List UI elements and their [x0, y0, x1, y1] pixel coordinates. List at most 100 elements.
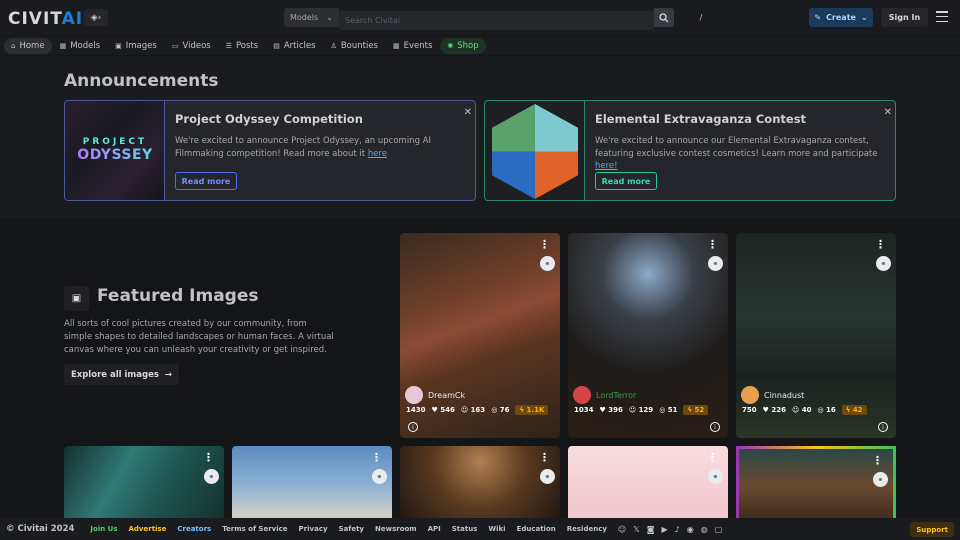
chevron-down-icon: ⌄ [326, 13, 333, 22]
image-card[interactable]: ⋮ ⚭ Cinnadust 750 ♥ 226 ☺ 40 ◎ 16 ϟ 42 i [736, 233, 896, 438]
tiktok-icon[interactable]: ♪ [675, 525, 680, 534]
more-options-icon[interactable]: ⋮ [539, 452, 550, 463]
footer: © Civitai 2024 Join Us Advertise Creator… [0, 518, 960, 540]
search-button[interactable] [654, 8, 674, 27]
like-count: 1034 [574, 406, 594, 414]
creator-info[interactable]: Cinnadust [741, 386, 804, 404]
image-card[interactable]: ⋮ ⚭ [568, 446, 728, 526]
github-icon[interactable]: ◍ [701, 525, 708, 534]
nav-images[interactable]: ▣ Images [108, 38, 164, 54]
search-input[interactable] [339, 11, 654, 30]
image-card[interactable]: ⋮ ⚭ LordTerror 1034 ♥ 396 ☺ 129 ◎ 51 ϟ 5… [568, 233, 728, 438]
footer-link-join-us[interactable]: Join Us [90, 525, 117, 533]
search-type-select[interactable]: Models ⌄ [284, 8, 339, 27]
nav-models[interactable]: ▦ Models [53, 38, 108, 54]
event-icon: ◈ [90, 12, 98, 23]
like-count: 750 [742, 406, 757, 414]
buzz-tip-button[interactable]: ϟ 42 [841, 405, 867, 415]
more-options-icon[interactable]: ⋮ [875, 239, 886, 250]
announcement-title: Elemental Extravaganza Contest [595, 112, 807, 126]
footer-link-api[interactable]: API [428, 525, 441, 533]
discord-icon[interactable]: ☺ [618, 525, 626, 534]
remix-icon[interactable]: ⚭ [708, 469, 723, 484]
creator-info[interactable]: DreamCk [405, 386, 465, 404]
remix-icon[interactable]: ⚭ [540, 256, 555, 271]
nav-posts[interactable]: ☰ Posts [219, 38, 266, 54]
heart-count: ♥ 226 [762, 406, 786, 414]
close-icon[interactable]: ✕ [464, 107, 472, 118]
posts-icon: ☰ [225, 41, 232, 50]
cry-count: ◎ 51 [659, 406, 678, 414]
more-options-icon[interactable]: ⋮ [707, 239, 718, 250]
remix-icon[interactable]: ⚭ [204, 469, 219, 484]
footer-link-residency[interactable]: Residency [567, 525, 607, 533]
footer-link-newsroom[interactable]: Newsroom [375, 525, 417, 533]
footer-link-privacy[interactable]: Privacy [299, 525, 328, 533]
instagram-icon[interactable]: ◙ [647, 525, 655, 534]
info-icon[interactable]: i [408, 422, 418, 432]
create-button[interactable]: ✎ Create ⌄ [809, 8, 873, 27]
top-header: CIVITAI ◈› Models⌄ / ✎Create⌄ Sign In [0, 0, 960, 35]
support-button[interactable]: Support [910, 522, 954, 537]
footer-link-advertise[interactable]: Advertise [129, 525, 167, 533]
announcement-link[interactable]: here [368, 149, 387, 159]
footer-link-education[interactable]: Education [517, 525, 556, 533]
more-options-icon[interactable]: ⋮ [539, 239, 550, 250]
footer-link-wiki[interactable]: Wiki [488, 525, 505, 533]
remix-icon[interactable]: ⚭ [372, 469, 387, 484]
search-icon [659, 12, 669, 22]
event-badge-button[interactable]: ◈ › [84, 9, 108, 26]
announcement-link[interactable]: here! [595, 161, 618, 171]
nav-bounties[interactable]: ♙ Bounties [324, 38, 385, 54]
footer-link-safety[interactable]: Safety [339, 525, 364, 533]
sign-in-button[interactable]: Sign In [881, 8, 928, 27]
footer-link-status[interactable]: Status [452, 525, 478, 533]
buzz-tip-button[interactable]: ϟ 1.1K [515, 405, 549, 415]
image-card[interactable]: ⋮ ⚭ [64, 446, 224, 526]
more-options-icon[interactable]: ⋮ [872, 455, 883, 466]
reddit-icon[interactable]: ◉ [687, 525, 694, 534]
read-more-button[interactable]: Read more [595, 172, 657, 190]
info-icon[interactable]: i [878, 422, 888, 432]
announcements-section: Announcements PROJECT ODYSSEY Project Od… [0, 56, 960, 218]
chat-icon[interactable]: ▢ [715, 525, 723, 534]
image-card[interactable]: ⋮ ⚭ DreamCk 1430 ♥ 546 ☺ 163 ◎ 76 ϟ 1.1K… [400, 233, 560, 438]
featured-images-description: All sorts of cool pictures created by ou… [64, 319, 334, 355]
calendar-icon: ▦ [392, 41, 400, 50]
nav-articles[interactable]: ▤ Articles [266, 38, 322, 54]
x-icon[interactable]: 𝕏 [633, 525, 639, 534]
image-card[interactable]: ⋮ ⚭ [232, 446, 392, 526]
footer-link-terms[interactable]: Terms of Service [222, 525, 287, 533]
image-stats: 1430 ♥ 546 ☺ 163 ◎ 76 ϟ 1.1K [406, 405, 549, 415]
youtube-icon[interactable]: ▶ [661, 525, 667, 534]
announcements-title: Announcements [64, 71, 219, 91]
hamburger-menu-icon[interactable] [936, 11, 948, 22]
remix-icon[interactable]: ⚭ [873, 472, 888, 487]
avatar [405, 386, 423, 404]
footer-link-creators[interactable]: Creators [177, 525, 211, 533]
nav-shop[interactable]: ✺ Shop [440, 37, 486, 54]
nav-home[interactable]: ⌂ Home [4, 37, 52, 54]
remix-icon[interactable]: ⚭ [708, 256, 723, 271]
close-icon[interactable]: ✕ [884, 107, 892, 118]
explore-all-images-button[interactable]: Explore all images → [64, 364, 179, 385]
remix-icon[interactable]: ⚭ [540, 469, 555, 484]
laugh-count: ☺ 129 [628, 406, 654, 414]
announcement-title: Project Odyssey Competition [175, 112, 363, 126]
read-more-button[interactable]: Read more [175, 172, 237, 190]
buzz-tip-button[interactable]: ϟ 52 [683, 405, 709, 415]
remix-icon[interactable]: ⚭ [876, 256, 891, 271]
announcement-text: We're excited to announce Project Odysse… [175, 136, 431, 159]
more-options-icon[interactable]: ⋮ [371, 452, 382, 463]
civitai-logo[interactable]: CIVITAI [8, 9, 83, 29]
more-options-icon[interactable]: ⋮ [203, 452, 214, 463]
info-icon[interactable]: i [710, 422, 720, 432]
creator-info[interactable]: LordTerror [573, 386, 636, 404]
image-card[interactable]: ⋮ ⚭ [400, 446, 560, 526]
image-card[interactable]: ⋮ ⚭ [736, 446, 896, 526]
nav-events[interactable]: ▦ Events [386, 38, 439, 54]
image-icon: ▣ [64, 286, 89, 311]
more-options-icon[interactable]: ⋮ [707, 452, 718, 463]
images-icon: ▣ [115, 41, 122, 50]
nav-videos[interactable]: ▭ Videos [165, 38, 218, 54]
